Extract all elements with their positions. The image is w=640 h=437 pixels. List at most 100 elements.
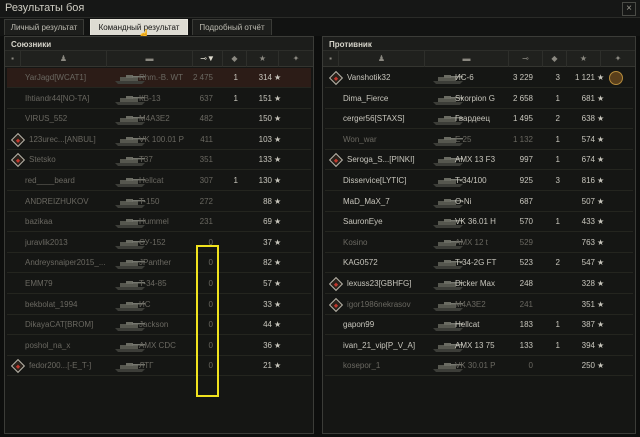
platoon-icon xyxy=(10,132,26,147)
table-row[interactable]: VIRUS_552 M4A3E2 482 150 ★ xyxy=(7,109,311,130)
table-row[interactable]: bazikaa Hummel 231 69 ★ xyxy=(7,212,311,233)
vehicle-name: VK 100.01 P xyxy=(139,134,184,144)
table-row[interactable]: Andreysnaiper2015_... JPanther 0 82 ★ xyxy=(7,253,311,274)
table-row[interactable]: SauronEye VK 36.01 H 570 1 433 ★ xyxy=(325,212,633,233)
enemies-column-header: ▪ ♟ ▬ ⊸ ◆ ★ ✦ xyxy=(323,51,635,67)
table-row[interactable]: igor1986nekrasov M4A3E2 241 351 ★ xyxy=(325,295,633,315)
table-row[interactable]: 123urec...[ANBUL] VK 100.01 P 411 103 ★ xyxy=(7,130,311,150)
table-row[interactable]: Disservice[LYTIC] T-34/100 925 3 816 ★ xyxy=(325,171,633,191)
col-xp-icon[interactable]: ★ xyxy=(567,51,601,67)
table-row[interactable]: KAG0572 T-34-2G FT 523 2 547 ★ xyxy=(325,253,633,274)
xp-value: 763 xyxy=(581,237,595,247)
col-player-icon[interactable]: ♟ xyxy=(339,51,425,67)
star-icon: ★ xyxy=(597,114,605,124)
player-name: YarJagd[WCAT1] xyxy=(25,73,87,82)
tab-personal-result[interactable]: Личный результат xyxy=(4,19,84,35)
enemies-title: Противник xyxy=(323,37,635,51)
kills-value xyxy=(226,356,238,376)
player-name: cerger56[STAXS] xyxy=(343,114,405,124)
xp-value: 674 xyxy=(581,155,595,165)
table-row[interactable]: cerger56[STAXS] Гвардеец 1 495 2 638 ★ xyxy=(325,109,633,130)
table-row[interactable]: Won_war E 25 1 132 1 574 ★ xyxy=(325,130,633,150)
star-icon: ★ xyxy=(274,196,282,206)
table-row[interactable]: kosepor_1 VK 30.01 P 0 250 ★ xyxy=(325,356,633,377)
table-row[interactable]: lexuss23[GBHFG] Dicker Max 248 328 ★ xyxy=(325,274,633,294)
player-name: Seroga_S...[PINKI] xyxy=(347,155,415,165)
star-icon: ★ xyxy=(274,176,282,185)
damage-value: 523 xyxy=(519,258,533,268)
medal-icon[interactable] xyxy=(609,71,623,85)
kills-value xyxy=(226,109,238,129)
table-row[interactable]: Kosino AMX 12 t 529 763 ★ xyxy=(325,233,633,253)
platoon-icon xyxy=(328,276,344,292)
star-icon: ★ xyxy=(274,361,282,371)
kills-value: 1 xyxy=(555,320,560,330)
col-medal-icon[interactable]: ✦ xyxy=(601,51,635,67)
col-tank-icon[interactable]: ▬ xyxy=(425,51,509,67)
kills-value xyxy=(548,192,560,212)
player-name: ivan_21_vip[P_V_A] xyxy=(343,340,416,350)
kills-value xyxy=(226,336,238,356)
col-squad-icon[interactable]: ▪ xyxy=(5,51,21,67)
xp-value: 44 xyxy=(263,320,272,330)
star-icon: ★ xyxy=(597,340,605,350)
table-row[interactable]: MaD_MaX_7 O-Ni 687 507 ★ xyxy=(325,192,633,212)
xp-value: 507 xyxy=(581,196,595,206)
xp-value: 638 xyxy=(581,114,595,124)
col-xp-icon[interactable]: ★ xyxy=(247,51,279,67)
window-titlebar: Результаты боя × xyxy=(0,0,640,18)
col-medal-icon[interactable]: ✦ xyxy=(279,51,313,67)
star-icon: ★ xyxy=(597,73,605,82)
star-icon: ★ xyxy=(274,93,282,103)
star-icon: ★ xyxy=(597,320,605,330)
table-row[interactable]: poshol_na_x AMX CDC 0 36 ★ xyxy=(7,336,311,356)
star-icon: ★ xyxy=(274,134,282,144)
tab-bar: Личный результат Командный результат Под… xyxy=(0,18,640,36)
col-damage-icon[interactable]: ⊸▼ xyxy=(193,51,223,67)
star-icon: ★ xyxy=(274,217,282,227)
col-kills-icon[interactable]: ◆ xyxy=(223,51,247,67)
table-row[interactable]: DikayaCAT[BROM] Jackson 0 44 ★ xyxy=(7,315,311,336)
col-kills-icon[interactable]: ◆ xyxy=(543,51,567,67)
table-row[interactable]: Stetsko T37 351 133 ★ xyxy=(7,150,311,171)
star-icon: ★ xyxy=(597,93,605,103)
player-name: Dima_Fierce xyxy=(343,93,389,103)
col-damage-icon[interactable]: ⊸ xyxy=(509,51,543,67)
table-row[interactable]: bekbolat_1994 ИС 0 33 ★ xyxy=(7,295,311,315)
xp-value: 574 xyxy=(581,134,595,144)
vehicle-name: Dicker Max xyxy=(455,279,496,288)
table-row[interactable]: red____beard Hellcat 307 1 130 ★ xyxy=(7,171,311,191)
table-row[interactable]: Dima_Fierce Skorpion G 2 658 1 681 ★ xyxy=(325,89,633,109)
table-row[interactable]: juravlik2013 СУ-152 0 37 ★ xyxy=(7,233,311,253)
table-row[interactable]: Vanshotik32 ИС-6 3 229 3 1 121 ★ xyxy=(325,68,633,88)
star-icon: ★ xyxy=(597,299,605,309)
damage-value: 1 495 xyxy=(512,114,533,124)
col-player-icon[interactable]: ♟ xyxy=(21,51,107,67)
vehicle-name: VK 30.01 P xyxy=(455,361,496,371)
table-row[interactable]: fedor200...[-E_T-] ЛТГ 0 21 ★ xyxy=(7,356,311,377)
xp-value: 88 xyxy=(263,196,272,206)
table-row[interactable]: ANDREIZHUKOV T-150 272 88 ★ xyxy=(7,192,311,212)
table-row[interactable]: ivan_21_vip[P_V_A] AMX 13 75 133 1 394 ★ xyxy=(325,336,633,356)
xp-value: 36 xyxy=(263,340,272,350)
kills-value xyxy=(226,150,238,170)
vehicle-name: СУ-152 xyxy=(139,237,166,247)
col-tank-icon[interactable]: ▬ xyxy=(107,51,193,67)
damage-value: 133 xyxy=(519,340,533,350)
close-button[interactable]: × xyxy=(622,2,636,16)
player-name: bazikaa xyxy=(25,217,53,227)
kills-value: 1 xyxy=(233,73,238,82)
damage-value: 925 xyxy=(519,176,533,185)
vehicle-name: T-150 xyxy=(139,196,160,206)
damage-value: 411 xyxy=(200,134,213,144)
player-name: Vanshotik32 xyxy=(347,73,391,82)
table-row[interactable]: Seroga_S...[PINKI] AMX 13 F3 997 1 674 ★ xyxy=(325,150,633,171)
vehicle-name: T-34-2G FT xyxy=(455,258,497,268)
col-squad-icon[interactable]: ▪ xyxy=(323,51,339,67)
tab-detailed-report[interactable]: Подробный отчёт xyxy=(192,19,272,35)
table-row[interactable]: Ihtiandr44[NO-TA] КВ-13 637 1 151 ★ xyxy=(7,89,311,109)
table-row[interactable]: YarJagd[WCAT1] Rhm.-B. WT 2 475 1 314 ★ xyxy=(7,68,311,88)
star-icon: ★ xyxy=(597,217,605,227)
table-row[interactable]: EMM79 T-34-85 0 57 ★ xyxy=(7,274,311,294)
table-row[interactable]: gapon99 Hellcat 183 1 387 ★ xyxy=(325,315,633,336)
